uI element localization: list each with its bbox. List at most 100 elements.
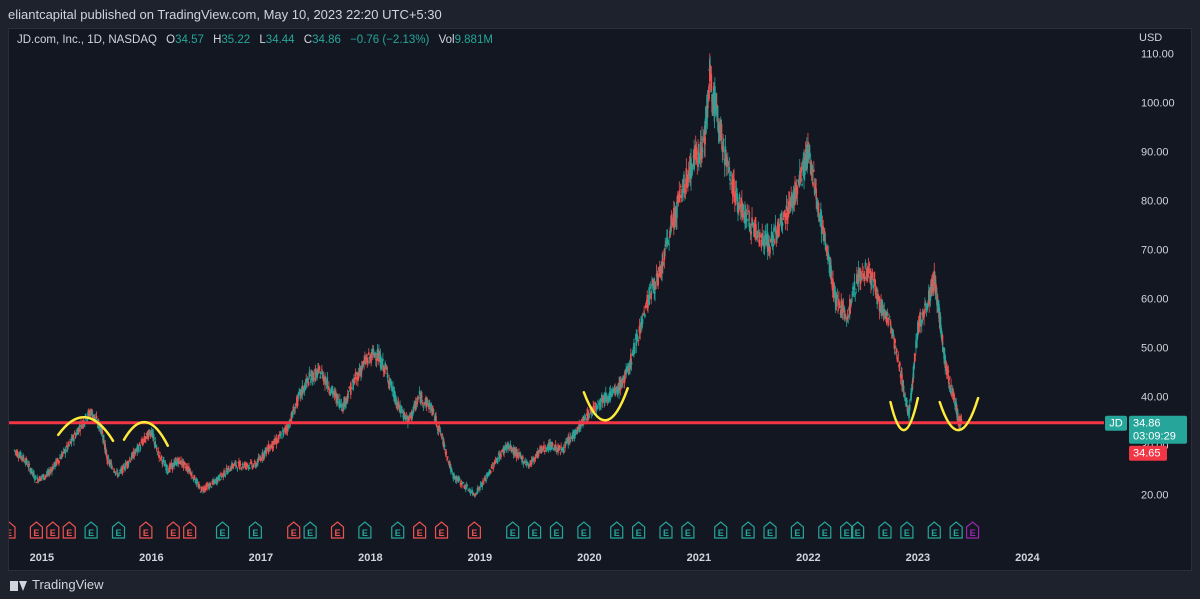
- candle-body: [913, 362, 915, 369]
- candle-body: [253, 465, 255, 467]
- candle-body: [742, 204, 745, 211]
- candle-body: [908, 404, 911, 411]
- candle-body: [490, 470, 492, 474]
- candle-body: [899, 362, 901, 367]
- earnings-marker-label: E: [439, 528, 445, 538]
- candle-body: [894, 339, 896, 343]
- y-tick-label: 70.00: [1141, 245, 1169, 257]
- candle-body: [75, 432, 78, 436]
- candle-body: [386, 373, 389, 378]
- price-chart[interactable]: USD20.0030.0040.0050.0060.0070.0080.0090…: [9, 29, 1191, 570]
- candle-body: [219, 479, 221, 481]
- header-bar: eliantcapital published on TradingView.c…: [0, 0, 1200, 28]
- candle-body: [113, 470, 116, 473]
- earnings-marker-label: E: [663, 528, 669, 538]
- candle-body: [534, 456, 537, 460]
- candle-body: [236, 468, 239, 470]
- candle-body: [773, 240, 776, 244]
- earnings-marker-label: E: [685, 528, 691, 538]
- candle-body: [458, 477, 461, 481]
- candle-body: [668, 244, 670, 245]
- x-tick-label: 2017: [249, 552, 273, 564]
- earnings-marker-label: E: [220, 528, 226, 538]
- candle-body: [750, 231, 753, 235]
- candle-body: [855, 291, 857, 293]
- candle-body: [655, 281, 657, 290]
- candle-body: [643, 310, 645, 312]
- candle-body: [421, 396, 423, 397]
- candle-body: [355, 377, 358, 380]
- earnings-marker-label: E: [822, 528, 828, 538]
- candle-body: [600, 405, 602, 407]
- candle-body: [854, 294, 857, 296]
- candle-body: [551, 442, 554, 446]
- earnings-marker-label: E: [66, 528, 72, 538]
- candle-body: [543, 445, 545, 450]
- candle-body: [242, 463, 244, 466]
- annotation-arch: [57, 416, 115, 443]
- candle-body: [156, 447, 158, 450]
- candle-body: [224, 473, 227, 475]
- candle-body: [704, 136, 706, 145]
- candle-body: [241, 466, 243, 468]
- candle-body: [272, 446, 275, 448]
- candle-body: [26, 460, 28, 464]
- earnings-marker-label: E: [88, 528, 94, 538]
- tradingview-brand[interactable]: TradingView: [10, 577, 104, 592]
- earnings-marker-label: E: [115, 528, 121, 538]
- candle-body: [91, 409, 93, 411]
- candle-body: [107, 457, 110, 459]
- candle-body: [209, 483, 212, 484]
- candle-body: [479, 487, 481, 491]
- candle-body: [347, 396, 350, 398]
- candle-body: [318, 366, 321, 371]
- candles: [13, 53, 963, 498]
- candle-body: [178, 457, 181, 459]
- candle-body: [201, 487, 203, 489]
- candle-body: [101, 431, 104, 434]
- candle-body: [773, 227, 775, 232]
- candle-body: [649, 286, 652, 289]
- candle-body: [593, 406, 595, 408]
- last-price-tag: 34.86: [1133, 418, 1161, 430]
- candle-body: [648, 288, 651, 299]
- candle-body: [450, 469, 453, 471]
- candle-body: [644, 314, 646, 317]
- candle-body: [239, 463, 242, 466]
- candle-body: [242, 466, 245, 468]
- candle-body: [864, 262, 867, 267]
- candle-body: [111, 466, 114, 468]
- candle-body: [220, 476, 223, 478]
- chart-panel[interactable]: JD.com, Inc., 1D, NASDAQ O34.57 H35.22 L…: [8, 28, 1192, 571]
- candle-body: [584, 417, 587, 419]
- candle-body: [13, 449, 16, 451]
- candle-body: [418, 396, 420, 399]
- earnings-marker-label: E: [904, 528, 910, 538]
- candle-body: [121, 466, 124, 474]
- candle-body: [313, 377, 315, 381]
- candle-body: [895, 348, 898, 353]
- y-tick-label: 110.00: [1141, 49, 1174, 61]
- x-tick-label: 2019: [468, 552, 492, 564]
- candle-body: [79, 429, 81, 431]
- earnings-marker-label: E: [143, 528, 149, 538]
- candle-body: [935, 285, 938, 287]
- candle-body: [443, 445, 446, 447]
- earnings-marker-label: E: [794, 528, 800, 538]
- candle-body: [948, 379, 950, 381]
- candle-body: [199, 486, 201, 488]
- x-tick-label: 2021: [687, 552, 711, 564]
- candle-body: [853, 281, 856, 290]
- candle-body: [738, 194, 741, 200]
- candle-body: [641, 319, 644, 325]
- candle-body: [279, 433, 282, 437]
- level-tag: 34.65: [1133, 448, 1161, 460]
- candle-body: [886, 311, 889, 316]
- candle-body: [863, 275, 866, 282]
- earnings-marker-label: E: [334, 528, 340, 538]
- published-info: eliantcapital published on TradingView.c…: [8, 7, 442, 22]
- candle-body: [446, 456, 449, 458]
- candle-body: [235, 465, 238, 467]
- candle-body: [730, 171, 732, 177]
- candle-body: [838, 305, 841, 308]
